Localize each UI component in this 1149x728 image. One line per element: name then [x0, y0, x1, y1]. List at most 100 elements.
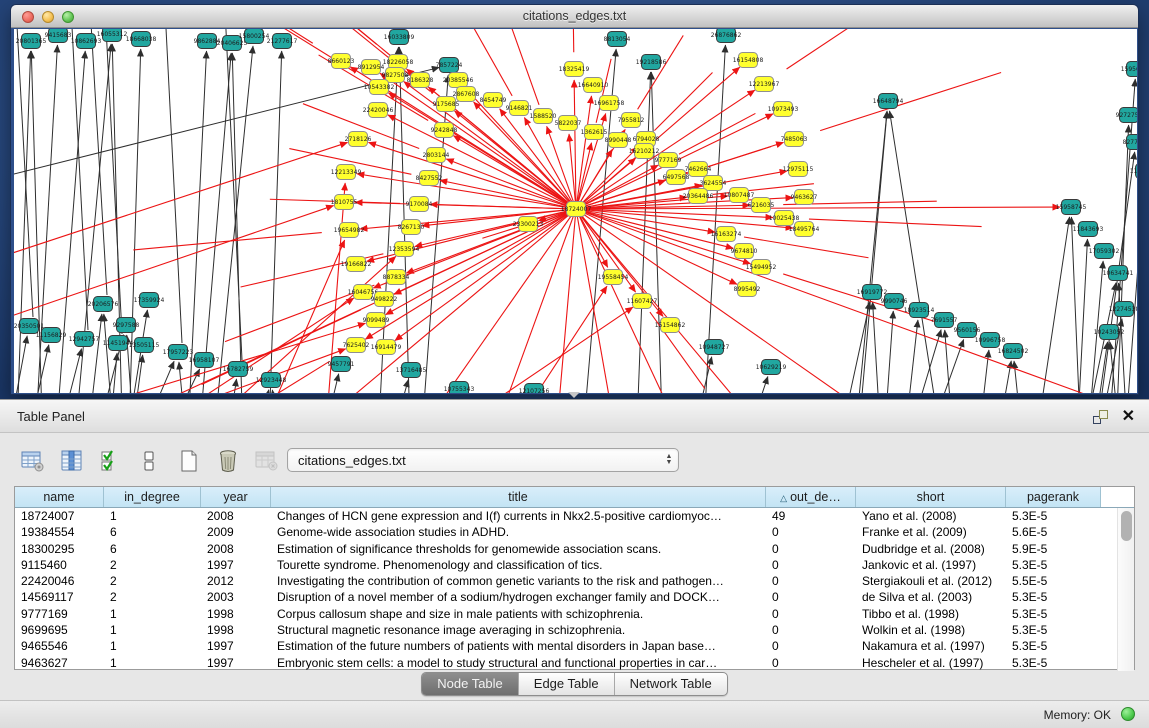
graph-node[interactable]: 13716485 [396, 363, 427, 378]
graph-node[interactable]: 16961758 [594, 96, 625, 111]
table-row[interactable]: 946554611997Estimation of the future num… [15, 638, 1117, 654]
citation-network-graph[interactable]: 2080136594156831086269316055312186680389… [14, 29, 1137, 393]
graph-node[interactable]: 17359924 [134, 293, 165, 308]
citation-edge-out[interactable] [654, 73, 712, 131]
graph-node[interactable]: 18325419 [559, 62, 590, 77]
citation-edge-out[interactable] [465, 29, 512, 96]
column-selection-icon[interactable] [98, 448, 124, 474]
graph-node[interactable]: 19218586 [636, 55, 667, 70]
graph-node[interactable]: 9242848 [431, 123, 458, 138]
tab-network-table[interactable]: Network Table [615, 673, 727, 695]
tab-node-table[interactable]: Node Table [422, 673, 519, 695]
citation-edge-in[interactable] [739, 376, 768, 393]
column-visibility-icon[interactable] [59, 448, 85, 474]
citation-edge-out[interactable] [512, 29, 539, 105]
citation-edge-in[interactable] [70, 29, 88, 330]
citation-edge-out[interactable] [809, 219, 982, 226]
graph-node[interactable]: 5822037 [555, 116, 582, 131]
graph-node[interactable]: 1810755 [331, 195, 358, 210]
citation-edge-in[interactable] [89, 314, 102, 393]
graph-node[interactable]: 12213967 [749, 77, 780, 92]
citation-edge-in[interactable] [651, 72, 663, 393]
graph-node[interactable]: 16782759 [223, 362, 254, 377]
graph-node[interactable]: 8990448 [605, 133, 632, 148]
graph-node[interactable]: 12975115 [783, 162, 814, 177]
float-panel-icon[interactable] [1093, 410, 1108, 424]
citation-edge-in[interactable] [852, 111, 887, 393]
column-header-name[interactable]: name [15, 487, 104, 507]
graph-node[interactable]: 16648794 [873, 94, 904, 109]
scrollbar-thumb[interactable] [1121, 511, 1132, 541]
citation-edge-in[interactable] [309, 374, 339, 393]
graph-node[interactable]: 17059302 [1089, 244, 1120, 259]
graph-node[interactable]: 8912954 [358, 60, 385, 75]
column-header-out_degree[interactable]: △out_de… [766, 487, 856, 507]
graph-node[interactable]: 2803144 [423, 148, 450, 163]
citation-edge-out[interactable] [638, 35, 684, 109]
column-header-year[interactable]: year [201, 487, 271, 507]
citation-edge-in[interactable] [104, 353, 117, 393]
graph-node[interactable]: 9170084 [406, 197, 433, 212]
graph-node[interactable]: 8878334 [383, 270, 410, 285]
graph-node[interactable]: 20801365 [16, 34, 47, 49]
graph-node[interactable]: 9175685 [433, 97, 460, 112]
graph-node[interactable]: 7857224 [436, 58, 463, 73]
graph-node[interactable]: 15956421 [1121, 62, 1137, 77]
graph-node[interactable]: 11743745 [1130, 164, 1137, 179]
citation-edge-in[interactable] [232, 53, 244, 393]
network-window-titlebar[interactable]: citations_edges.txt [11, 5, 1138, 28]
graph-node[interactable]: 9498222 [371, 292, 398, 307]
memory-ok-led-icon[interactable] [1121, 707, 1135, 721]
graph-node[interactable]: 13505115 [129, 338, 160, 353]
create-column-icon[interactable] [176, 448, 202, 474]
graph-node[interactable]: 16154808 [733, 53, 764, 68]
graph-node[interactable]: 16055312 [97, 29, 128, 42]
maximize-window-icon[interactable] [62, 11, 74, 23]
citation-edge-out[interactable] [820, 73, 1001, 131]
citation-edge-in[interactable] [184, 51, 207, 393]
citation-edge-out[interactable] [572, 29, 574, 52]
citation-edge-in[interactable] [896, 320, 918, 393]
graph-node[interactable]: 8813054 [604, 32, 631, 47]
citation-edge-in[interactable] [912, 330, 941, 393]
graph-node[interactable]: 9415683 [45, 29, 72, 43]
graph-node[interactable]: 9297588 [113, 318, 140, 333]
graph-node[interactable]: 16824502 [998, 344, 1029, 359]
graph-node[interactable]: 9463627 [791, 190, 818, 205]
graph-node[interactable]: 12942757 [69, 332, 100, 347]
graph-node[interactable]: 7485063 [781, 132, 808, 147]
graph-node[interactable]: 21277617 [267, 34, 298, 49]
citation-edge-out[interactable] [484, 286, 607, 393]
graph-node[interactable]: 8454749 [480, 93, 507, 108]
graph-node[interactable]: 12107256 [519, 384, 550, 394]
graph-node[interactable]: 7625402 [343, 338, 370, 353]
graph-node[interactable]: 18923514 [904, 303, 935, 318]
graph-node[interactable]: 9674810 [731, 244, 758, 259]
graph-node[interactable]: 16033809 [384, 30, 415, 45]
graph-node[interactable]: 26876862 [711, 29, 742, 43]
row-panel-icon[interactable] [137, 448, 163, 474]
graph-node[interactable]: 7691557 [931, 313, 958, 328]
graph-node[interactable]: 10996758 [975, 333, 1006, 348]
graph-node[interactable]: 11607427 [627, 294, 658, 309]
citation-edge-in[interactable] [990, 361, 1011, 393]
close-window-icon[interactable] [22, 11, 34, 23]
graph-node[interactable]: 9457791 [328, 357, 355, 372]
graph-node[interactable]: 8186328 [407, 73, 434, 88]
graph-node[interactable]: 2867608 [453, 87, 480, 102]
citation-edge-in[interactable] [890, 111, 944, 393]
citation-edge-in[interactable] [248, 390, 269, 393]
table-row[interactable]: 1830029562008Estimation of significance … [15, 541, 1117, 557]
citation-edge-in[interactable] [691, 357, 712, 393]
table-vertical-scrollbar[interactable] [1117, 508, 1134, 671]
graph-node[interactable]: 8660123 [328, 54, 355, 69]
citation-edge-out[interactable] [133, 233, 321, 250]
graph-node[interactable]: 20206576 [88, 297, 119, 312]
graph-node[interactable]: 10948727 [699, 340, 730, 355]
table-row[interactable]: 946362711997Embryonic stem cells: a mode… [15, 655, 1117, 671]
citation-edge-out[interactable] [679, 113, 755, 154]
delete-column-icon[interactable] [215, 448, 241, 474]
minimize-window-icon[interactable] [42, 11, 54, 23]
citation-edge-out[interactable] [787, 29, 943, 69]
graph-node[interactable]: 18668038 [126, 32, 157, 47]
